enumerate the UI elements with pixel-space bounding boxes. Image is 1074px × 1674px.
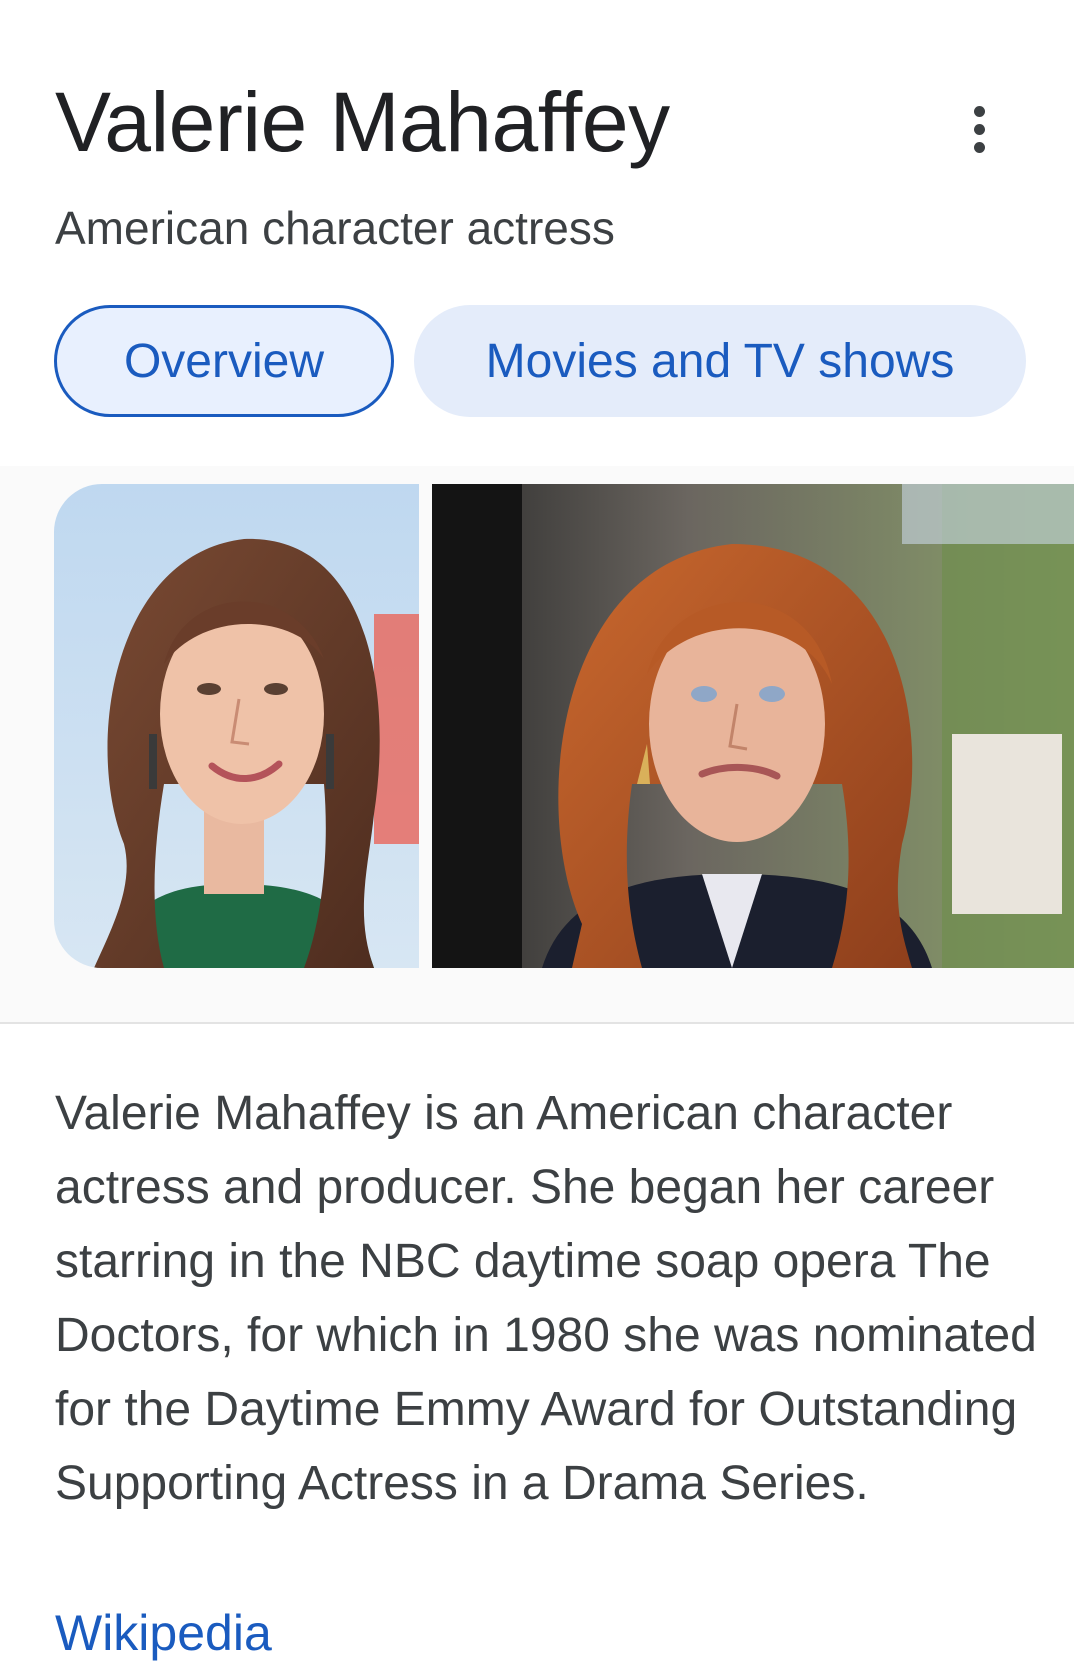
entity-image-portrait[interactable] <box>54 484 419 968</box>
tab-movies-and-tv-shows[interactable]: Movies and TV shows <box>414 305 1026 417</box>
entity-subtitle: American character actress <box>55 202 615 254</box>
entity-image-scene[interactable] <box>432 484 1074 968</box>
tab-movies-label: Movies and TV shows <box>485 334 955 388</box>
more-vert-icon <box>974 106 985 117</box>
portrait-photo-illustration <box>54 484 419 968</box>
tab-overview-label: Overview <box>123 334 325 388</box>
section-divider <box>0 1022 1074 1024</box>
entity-title: Valerie Mahaffey <box>55 75 670 169</box>
tab-overview[interactable]: Overview <box>54 305 394 417</box>
entity-description: Valerie Mahaffey is an American characte… <box>55 1087 1037 1510</box>
more-vert-icon-dot <box>974 124 985 135</box>
more-options-button[interactable] <box>960 100 1000 160</box>
more-vert-icon-dot <box>974 142 985 153</box>
wikipedia-source-link[interactable]: Wikipedia <box>55 1596 272 1670</box>
scene-photo-illustration <box>432 484 1074 968</box>
